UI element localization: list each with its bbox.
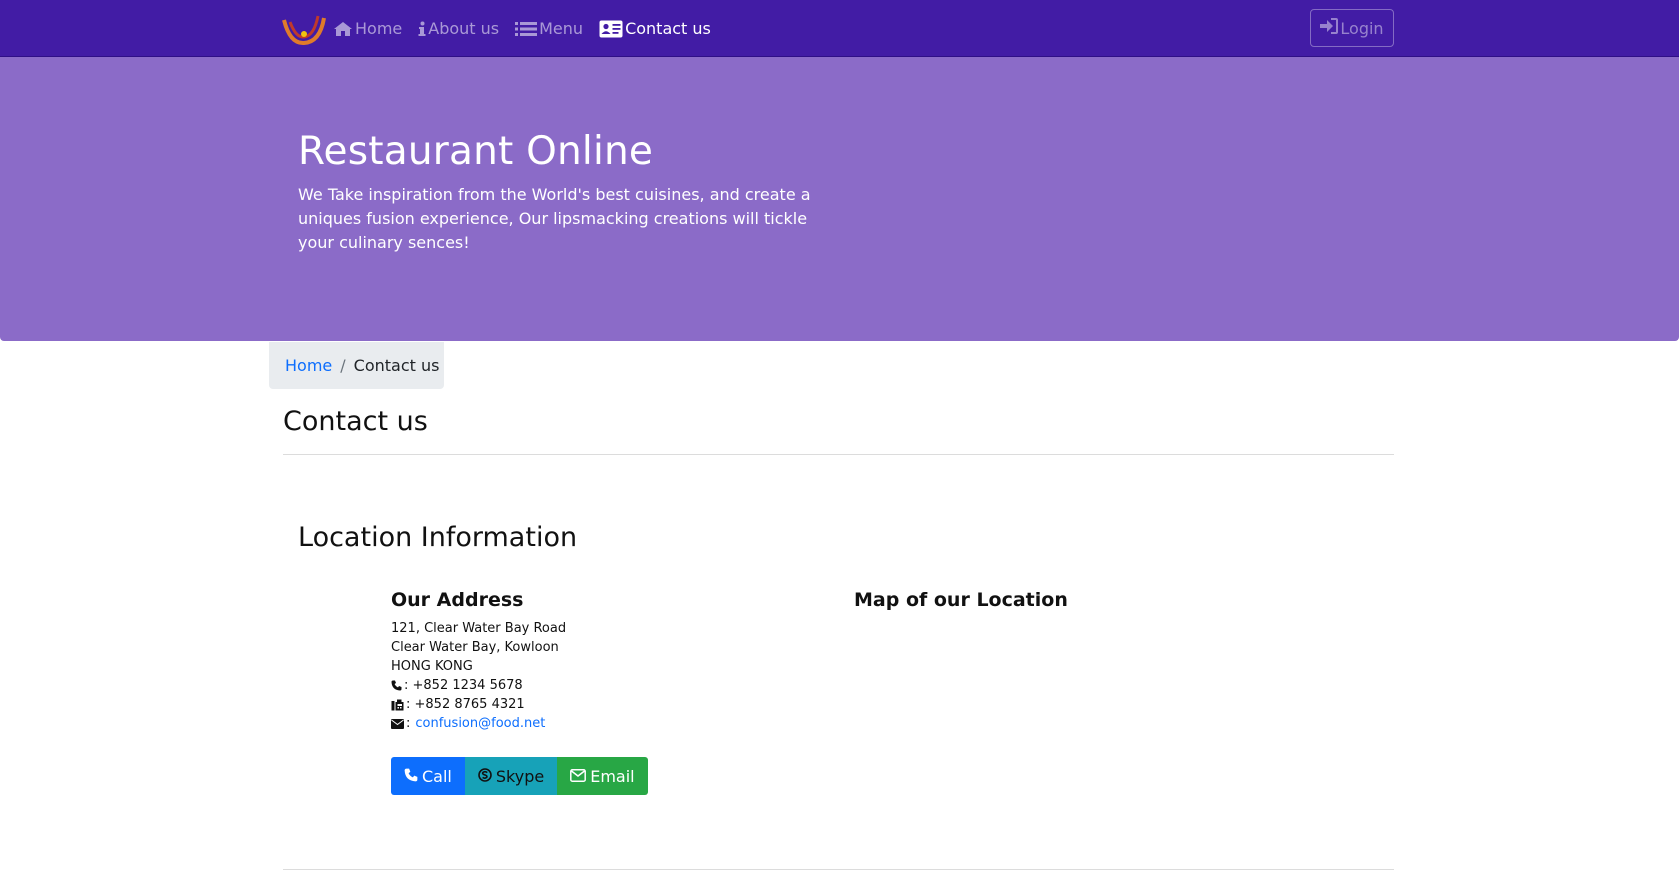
jumbotron-text: We Take inspiration from the World's bes… — [298, 185, 811, 252]
fax-icon — [391, 699, 405, 711]
divider — [283, 869, 1394, 870]
skype-label: Skype — [495, 766, 545, 786]
brand-logo[interactable] — [282, 12, 326, 46]
list-icon — [515, 21, 538, 37]
location-title: Location Information — [298, 522, 578, 553]
email-prefix: : — [406, 716, 411, 731]
phone-line: : +852 1234 5678 — [391, 676, 566, 695]
envelope-outline-icon — [570, 767, 587, 786]
address-line: Clear Water Bay, Kowloon — [391, 640, 559, 655]
login-label: Login — [1340, 18, 1384, 38]
address-line: 121, Clear Water Bay Road — [391, 621, 567, 636]
fax-number: : +852 8765 4321 — [406, 697, 525, 712]
breadcrumb-home-link[interactable]: Home — [285, 356, 332, 375]
jumbotron-title: Restaurant Online — [298, 129, 654, 174]
nav-menu[interactable]: Menu — [515, 19, 583, 38]
home-icon — [333, 21, 353, 37]
breadcrumb-current: Contact us — [353, 356, 440, 375]
email-line: : confusion@food.net — [391, 714, 566, 733]
email-button[interactable]: Email — [557, 757, 648, 795]
breadcrumb-separator: / — [340, 356, 346, 375]
phone-icon — [404, 767, 418, 786]
email-label: Email — [590, 766, 635, 786]
fax-line: : +852 8765 4321 — [391, 695, 566, 714]
page-title: Contact us — [283, 406, 428, 437]
breadcrumb: Home / Contact us — [269, 342, 444, 389]
call-label: Call — [422, 766, 452, 786]
sign-in-icon — [1320, 18, 1339, 38]
jumbotron: Restaurant Online We Take inspiration fr… — [0, 57, 1679, 341]
nav-menu-label: Menu — [539, 19, 584, 38]
map-title: Map of our Location — [854, 589, 1068, 611]
email-link[interactable]: confusion@food.net — [415, 714, 545, 733]
nav-about-label: About us — [428, 19, 500, 38]
phone-icon — [391, 680, 403, 691]
phone-number: : +852 1234 5678 — [404, 678, 523, 693]
address-card-icon — [599, 20, 623, 38]
login-button[interactable]: Login — [1310, 9, 1394, 47]
address-line: HONG KONG — [391, 659, 473, 674]
address-title: Our Address — [391, 589, 524, 611]
info-icon — [418, 21, 426, 37]
call-button[interactable]: Call — [391, 757, 465, 795]
nav-contact[interactable]: Contact us — [599, 19, 711, 38]
contact-button-group: Call Skype Email — [391, 757, 648, 795]
address-block: 121, Clear Water Bay Road Clear Water Ba… — [391, 619, 566, 733]
envelope-icon — [391, 718, 405, 729]
skype-button[interactable]: Skype — [464, 757, 558, 795]
skype-icon — [478, 767, 492, 786]
nav-home[interactable]: Home — [333, 19, 402, 38]
nav-home-label: Home — [355, 19, 403, 38]
nav-contact-label: Contact us — [625, 19, 711, 38]
nav-about[interactable]: About us — [418, 19, 499, 38]
divider — [283, 454, 1394, 455]
navbar: Home About us Menu Contact us Login — [0, 0, 1679, 57]
